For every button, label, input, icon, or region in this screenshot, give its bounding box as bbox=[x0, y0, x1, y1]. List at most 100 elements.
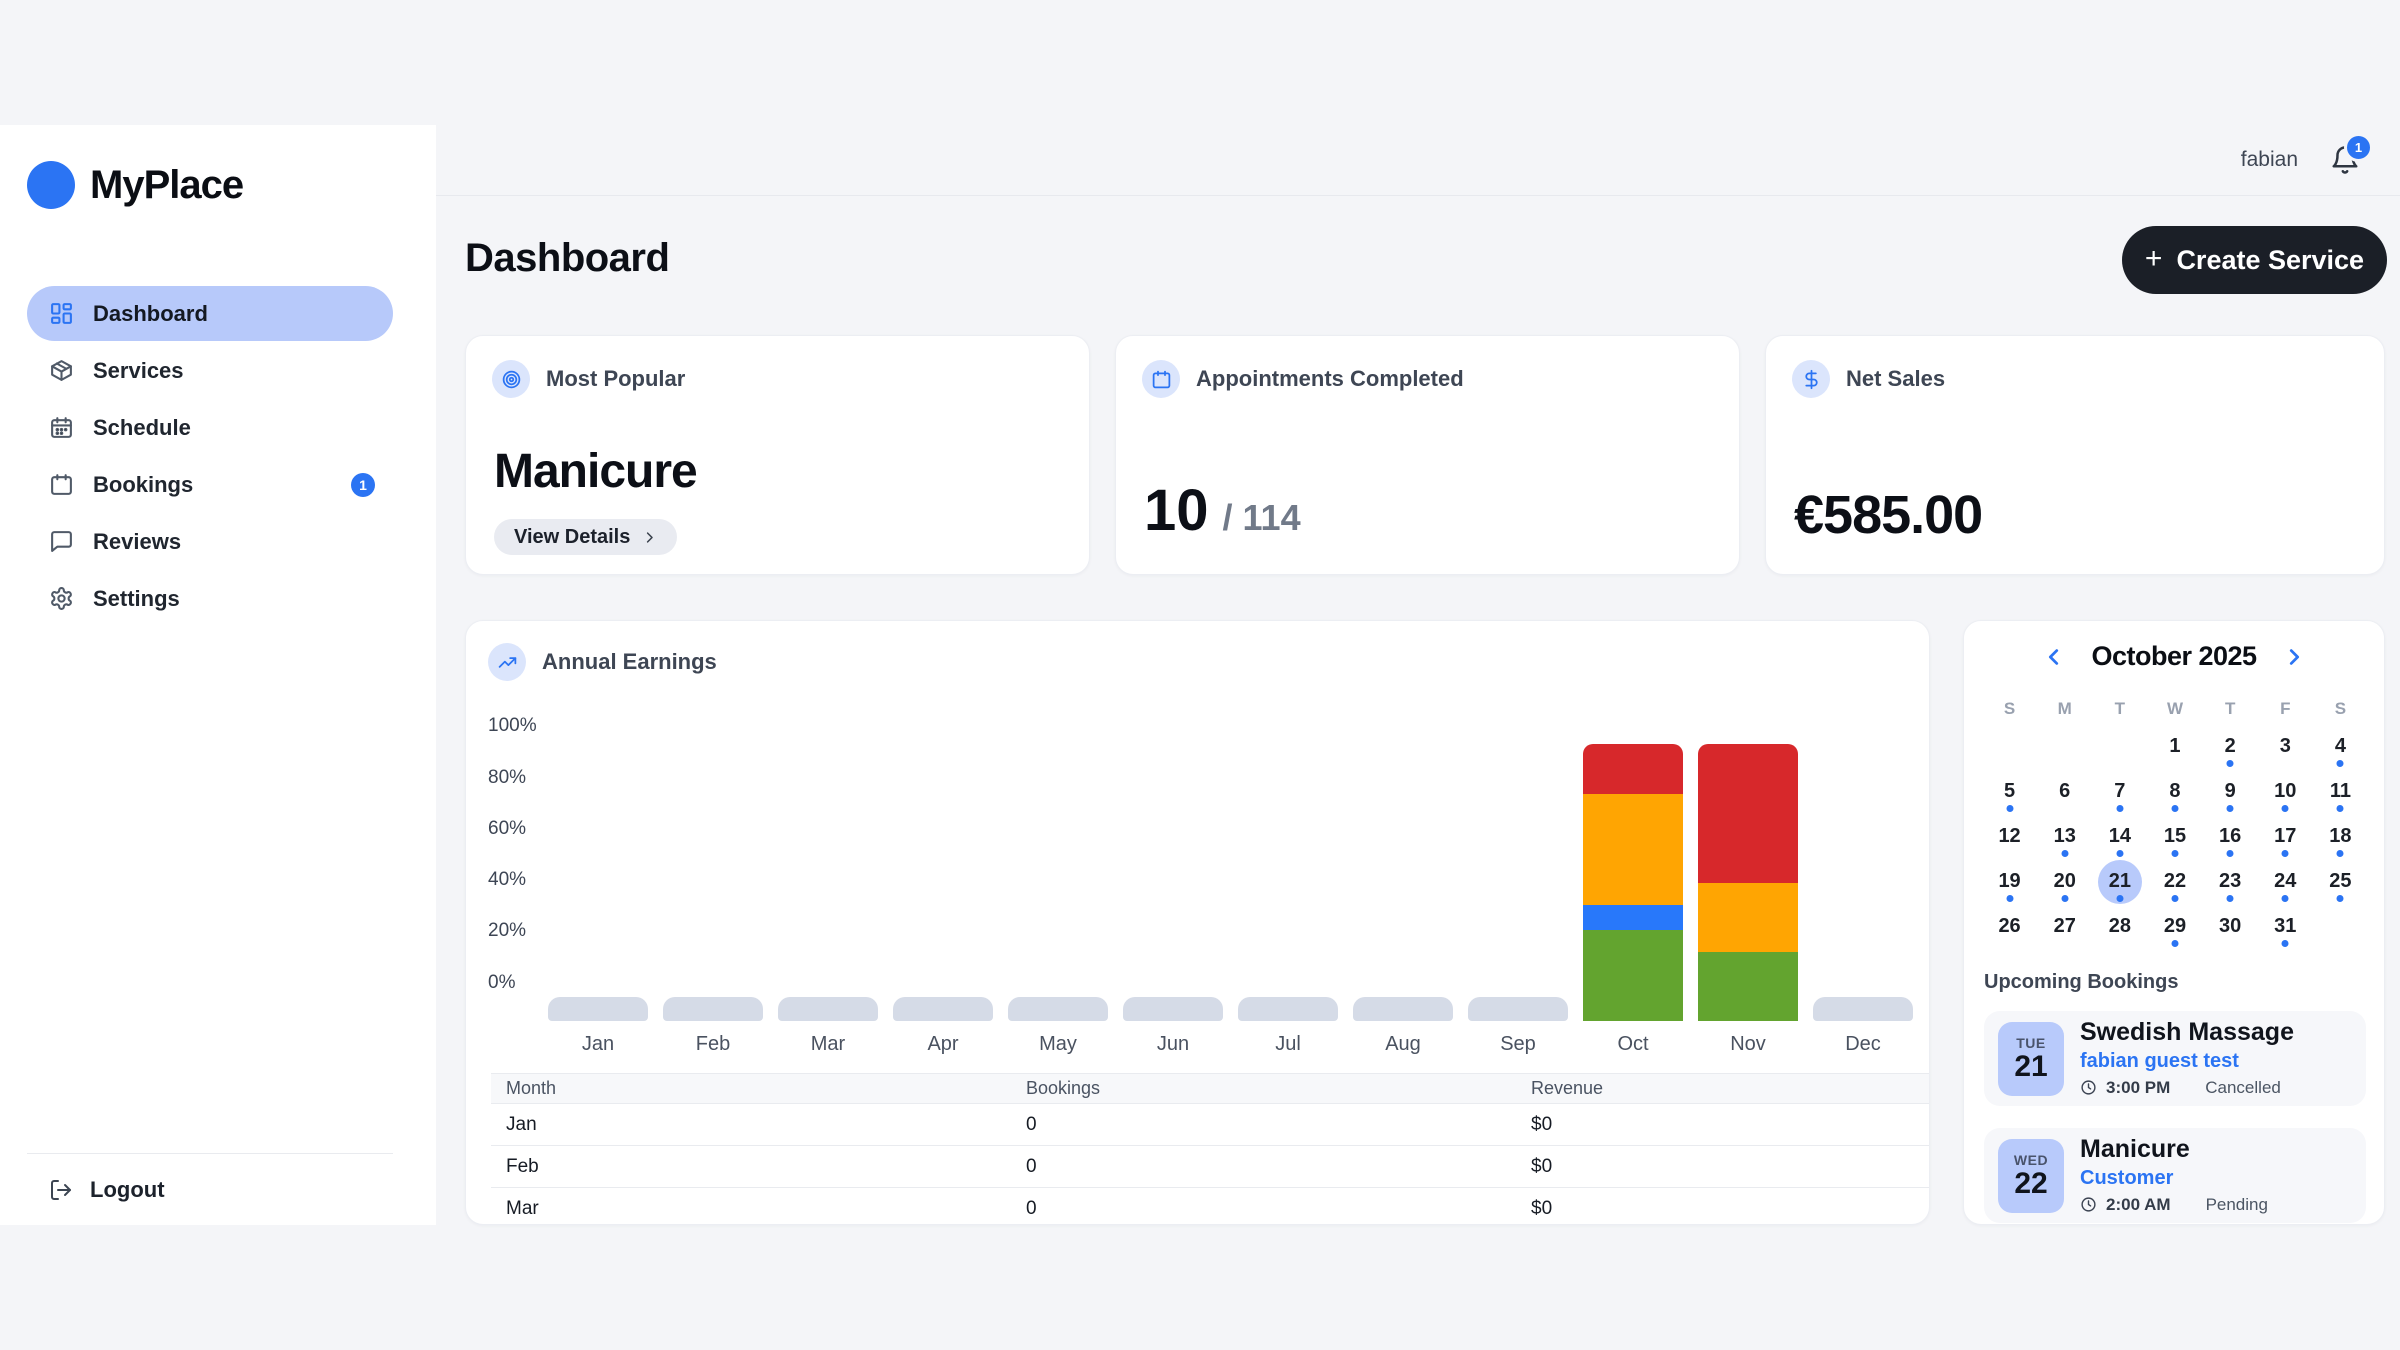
appointments-label: Appointments Completed bbox=[1196, 366, 1464, 392]
calendar-day-30[interactable]: 30 bbox=[2203, 904, 2258, 949]
booking-info: Manicure Customer 2:00 AM Pending bbox=[2080, 1136, 2268, 1215]
package-icon bbox=[49, 358, 74, 383]
calendar-day-26[interactable]: 26 bbox=[1982, 904, 2037, 949]
y-axis-label: 100% bbox=[488, 715, 537, 737]
calendar-day-21[interactable]: 21 bbox=[2092, 859, 2147, 904]
calendar-day-14[interactable]: 14 bbox=[2092, 814, 2147, 859]
calendar-day-number: 26 bbox=[1988, 905, 2032, 949]
table-cell: Jan bbox=[491, 1104, 1011, 1146]
calendar-day-24[interactable]: 24 bbox=[2258, 859, 2313, 904]
view-details-label: View Details bbox=[514, 526, 630, 549]
calendar-day-5[interactable]: 5 bbox=[1982, 769, 2037, 814]
bar-feb bbox=[663, 997, 763, 1021]
calendar-day-7[interactable]: 7 bbox=[2092, 769, 2147, 814]
create-service-button[interactable]: + Create Service bbox=[2122, 226, 2387, 294]
sidebar-item-bookings[interactable]: Bookings 1 bbox=[27, 457, 393, 512]
sidebar-item-settings[interactable]: Settings bbox=[27, 571, 393, 626]
sidebar-item-reviews[interactable]: Reviews bbox=[27, 514, 393, 569]
main-content: Dashboard + Create Service Most Popular … bbox=[436, 196, 2400, 1225]
brand-logo: MyPlace bbox=[27, 161, 243, 209]
booking-meta: 3:00 PM Cancelled bbox=[2080, 1078, 2294, 1098]
calendar-day-10[interactable]: 10 bbox=[2258, 769, 2313, 814]
calendar-day-15[interactable]: 15 bbox=[2147, 814, 2202, 859]
calendar-prev-button[interactable] bbox=[2043, 646, 2065, 668]
appointments-value: 10 / 114 bbox=[1144, 477, 1301, 544]
calendar-title: October 2025 bbox=[2091, 641, 2256, 672]
bar-segment bbox=[1698, 883, 1798, 952]
bar-jul bbox=[1238, 997, 1338, 1021]
table-header-row: MonthBookingsRevenue bbox=[491, 1074, 1930, 1104]
sidebar-item-schedule[interactable]: Schedule bbox=[27, 400, 393, 455]
calendar-day-16[interactable]: 16 bbox=[2203, 814, 2258, 859]
annual-earnings-card: Annual Earnings JanFebMarAprMayJunJulAug… bbox=[465, 620, 1930, 1225]
calendar-day-22[interactable]: 22 bbox=[2147, 859, 2202, 904]
booking-dot bbox=[2171, 895, 2178, 902]
table-row: Jan0$0 bbox=[491, 1104, 1930, 1146]
calendar-day-23[interactable]: 23 bbox=[2203, 859, 2258, 904]
create-service-label: Create Service bbox=[2176, 245, 2364, 276]
booking-dot bbox=[2006, 895, 2013, 902]
calendar-day-31[interactable]: 31 bbox=[2258, 904, 2313, 949]
bar-segment bbox=[1583, 905, 1683, 930]
calendar-day-18[interactable]: 18 bbox=[2313, 814, 2368, 859]
calendar-day-27[interactable]: 27 bbox=[2037, 904, 2092, 949]
booking-customer-link[interactable]: fabian guest test bbox=[2080, 1050, 2294, 1073]
username[interactable]: fabian bbox=[2241, 148, 2298, 172]
sidebar-item-label: Settings bbox=[93, 586, 180, 612]
booking-dot bbox=[2171, 940, 2178, 947]
sidebar-item-dashboard[interactable]: Dashboard bbox=[27, 286, 393, 341]
calendar-day-3[interactable]: 3 bbox=[2258, 724, 2313, 769]
table-row: Mar0$0 bbox=[491, 1188, 1930, 1226]
calendar-day-4[interactable]: 4 bbox=[2313, 724, 2368, 769]
calendar-day-13[interactable]: 13 bbox=[2037, 814, 2092, 859]
sidebar-item-services[interactable]: Services bbox=[27, 343, 393, 398]
booking-date: 21 bbox=[2014, 1051, 2047, 1083]
calendar-day-empty bbox=[1982, 724, 2037, 769]
card-head: Net Sales bbox=[1792, 360, 1945, 398]
bar-mar bbox=[778, 997, 878, 1021]
notification-count-badge: 1 bbox=[2344, 133, 2373, 162]
calendar-day-20[interactable]: 20 bbox=[2037, 859, 2092, 904]
table-header: Revenue bbox=[1516, 1074, 1930, 1104]
booking-item[interactable]: TUE 21 Swedish Massage fabian guest test… bbox=[1984, 1011, 2366, 1106]
calendar-day-19[interactable]: 19 bbox=[1982, 859, 2037, 904]
calendar-day-25[interactable]: 25 bbox=[2313, 859, 2368, 904]
calendar-day-number: 12 bbox=[1988, 815, 2032, 859]
booking-service: Manicure bbox=[2080, 1136, 2268, 1164]
calendar-day-9[interactable]: 9 bbox=[2203, 769, 2258, 814]
topbar: fabian 1 bbox=[436, 125, 2400, 196]
view-details-button[interactable]: View Details bbox=[494, 519, 677, 555]
card-head: Appointments Completed bbox=[1142, 360, 1464, 398]
calendar-day-8[interactable]: 8 bbox=[2147, 769, 2202, 814]
booking-dot bbox=[2116, 805, 2123, 812]
plus-icon: + bbox=[2145, 244, 2163, 274]
calendar-day-29[interactable]: 29 bbox=[2147, 904, 2202, 949]
logout-button[interactable]: Logout bbox=[49, 1177, 165, 1203]
calendar-day-12[interactable]: 12 bbox=[1982, 814, 2037, 859]
calendar-day-17[interactable]: 17 bbox=[2258, 814, 2313, 859]
calendar-day-11[interactable]: 11 bbox=[2313, 769, 2368, 814]
sidebar-item-label: Dashboard bbox=[93, 301, 208, 327]
calendar-day-1[interactable]: 1 bbox=[2147, 724, 2202, 769]
table-cell: $0 bbox=[1516, 1188, 1930, 1226]
booking-dot bbox=[2006, 805, 2013, 812]
appointments-card: Appointments Completed 10 / 114 bbox=[1115, 335, 1740, 575]
table-cell: 0 bbox=[1011, 1188, 1516, 1226]
calendar-day-2[interactable]: 2 bbox=[2203, 724, 2258, 769]
calendar-day-empty bbox=[2313, 904, 2368, 949]
booking-item[interactable]: WED 22 Manicure Customer 2:00 AM Pending bbox=[1984, 1128, 2366, 1223]
booking-customer-link[interactable]: Customer bbox=[2080, 1167, 2268, 1190]
calendar-day-number: 3 bbox=[2263, 725, 2307, 769]
calendar-day-6[interactable]: 6 bbox=[2037, 769, 2092, 814]
booking-weekday: WED bbox=[2014, 1152, 2048, 1168]
calendar-day-28[interactable]: 28 bbox=[2092, 904, 2147, 949]
calendar-next-button[interactable] bbox=[2283, 646, 2305, 668]
weekday-label: T bbox=[2092, 699, 2147, 719]
x-axis-label: Feb bbox=[656, 1033, 770, 1056]
booking-dot bbox=[2337, 850, 2344, 857]
notifications-button[interactable]: 1 bbox=[2330, 145, 2360, 175]
appointments-completed: 10 bbox=[1144, 477, 1209, 544]
booking-dot bbox=[2061, 850, 2068, 857]
calendar-weekdays: SMTWTFS bbox=[1982, 699, 2368, 719]
y-axis-label: 0% bbox=[488, 972, 515, 994]
